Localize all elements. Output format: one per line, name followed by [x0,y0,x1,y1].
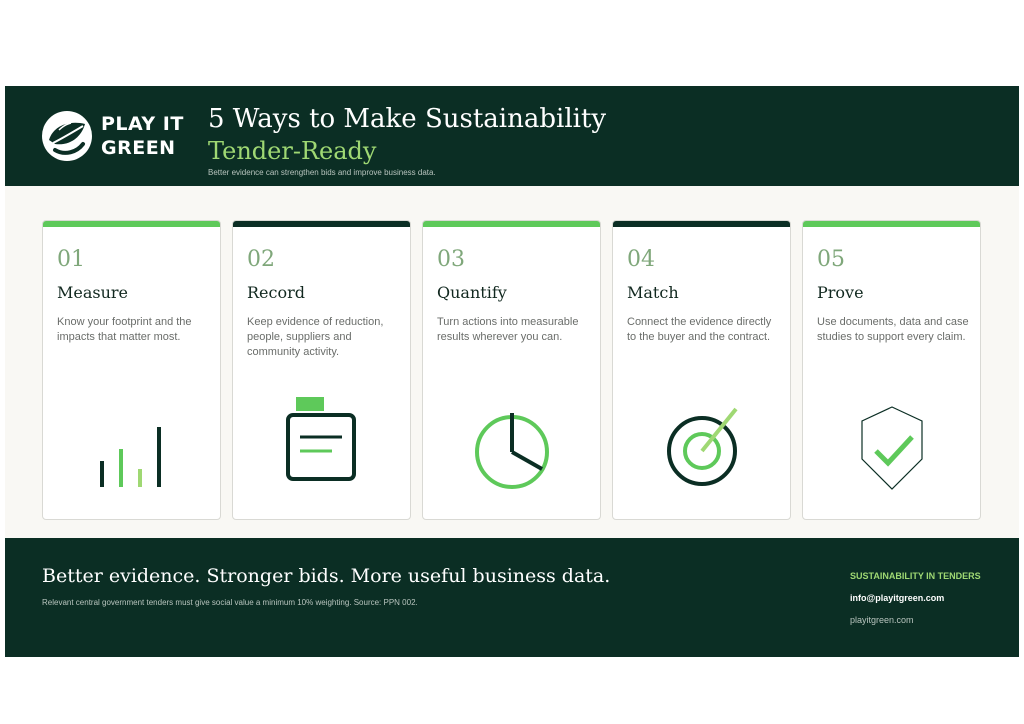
footer-label: SUSTAINABILITY IN TENDERS [850,571,981,581]
card-accent-bar [613,221,790,227]
card-quantify: 03 Quantify Turn actions into measurable… [422,220,601,520]
card-prove: 05 Prove Use documents, data and case st… [802,220,981,520]
card-title: Record [247,283,305,302]
target-icon [667,407,738,486]
card-title: Measure [57,283,129,302]
footer-website-link[interactable]: playitgreen.com [850,615,914,625]
footer-tagline: Better evidence. Stronger bids. More use… [42,565,611,587]
card-description: Know your footprint and the impacts that… [57,316,192,343]
card-description: Connect the evidence directly to the buy… [627,316,772,343]
card-accent-bar [43,221,220,227]
footer: Better evidence. Stronger bids. More use… [5,538,1019,657]
shield-check-icon [861,406,923,490]
card-number: 05 [817,247,845,272]
card-description: Keep evidence of reduction, people, supp… [247,316,384,358]
page-subtitle: Better evidence can strengthen bids and … [208,168,436,177]
card-measure: 01 Measure Know your footprint and the i… [42,220,221,520]
card-accent-bar [423,221,600,227]
page-title: 5 Ways to Make Sustainability [208,104,607,134]
logo-leaf-icon [42,111,92,161]
card-number: 01 [57,247,85,272]
card-accent-bar [233,221,410,227]
bar-chart-icon [100,427,161,487]
card-title: Prove [817,283,864,302]
brand-line-2: GREEN [101,137,176,159]
footer-note: Relevant central government tenders must… [42,598,418,607]
page-title-accent: Tender-Ready [208,137,377,165]
brand-wordmark: PLAY IT GREEN [101,112,184,160]
card-description: Turn actions into measurable results whe… [437,316,579,343]
card-number: 03 [437,247,465,272]
card-number: 02 [247,247,275,272]
card-title: Match [627,283,679,302]
card-number: 04 [627,247,655,272]
card-accent-bar [803,221,980,227]
card-title: Quantify [437,283,507,302]
header: PLAY IT GREEN 5 Ways to Make Sustainabil… [5,86,1019,186]
pie-clock-icon [475,413,549,489]
card-match: 04 Match Connect the evidence directly t… [612,220,791,520]
card-description: Use documents, data and case studies to … [817,316,969,343]
clipboard-icon [286,397,356,481]
footer-email-link[interactable]: info@playitgreen.com [850,593,944,603]
brand-line-1: PLAY IT [101,113,184,135]
card-record: 02 Record Keep evidence of reduction, pe… [232,220,411,520]
